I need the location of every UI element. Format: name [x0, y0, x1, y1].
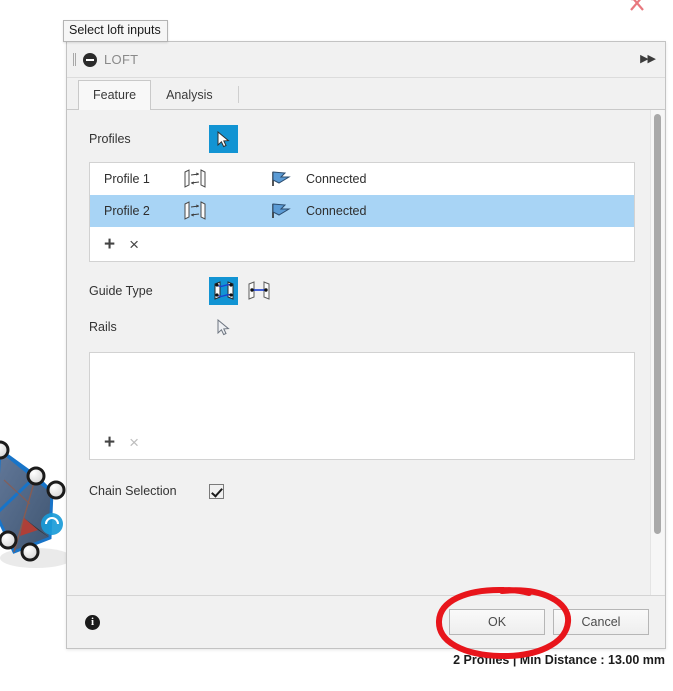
dialog-body: Profiles Profile 1 Connected Profile 2 C…	[67, 110, 665, 595]
ok-button[interactable]: OK	[449, 609, 545, 635]
guide-type-label: Guide Type	[89, 284, 153, 298]
guide-type-rails-button[interactable]	[209, 277, 238, 305]
chain-selection-checkbox[interactable]	[209, 483, 224, 499]
dialog-titlebar[interactable]: LOFT ▶▶	[67, 42, 665, 78]
loft-profile-icon	[182, 169, 270, 189]
loft-profile-icon	[182, 201, 270, 221]
vertical-scrollbar[interactable]	[650, 110, 664, 595]
rails-row: Rails	[67, 312, 651, 342]
table-row[interactable]: Profile 1 Connected	[90, 163, 634, 195]
minus-circle-icon[interactable]	[83, 52, 97, 67]
rails-listbox: + ×	[89, 352, 635, 460]
remove-profile-button[interactable]: ×	[129, 236, 139, 253]
add-profile-button[interactable]: +	[104, 235, 115, 254]
tab-feature[interactable]: Feature	[78, 80, 152, 110]
guide-type-centerline-button[interactable]	[244, 277, 273, 305]
cursor-arrow-icon	[217, 318, 230, 335]
double-chevron-right-icon[interactable]: ▶▶	[640, 54, 656, 65]
table-row[interactable]: Profile 2 Connected	[90, 195, 634, 227]
profile-name: Profile 1	[104, 172, 150, 186]
profiles-list-actions: + ×	[90, 227, 634, 261]
rails-select-button[interactable]	[209, 313, 238, 341]
profile-name: Profile 2	[104, 204, 150, 218]
dialog-tabs: Feature Analysis	[67, 78, 665, 110]
dialog-title: LOFT	[104, 52, 139, 67]
cancel-button[interactable]: Cancel	[553, 609, 649, 635]
add-rail-button[interactable]: +	[104, 433, 115, 452]
profile-condition: Connected	[306, 172, 367, 186]
profiles-row: Profiles	[67, 124, 651, 154]
info-icon[interactable]: i	[85, 614, 100, 630]
view-cube-geometry	[553, 0, 673, 24]
profiles-label: Profiles	[89, 132, 131, 146]
profile-condition: Connected	[306, 204, 367, 218]
centerline-guide-icon	[248, 281, 269, 300]
drag-grip-icon[interactable]	[72, 52, 79, 67]
chain-selection-label: Chain Selection	[89, 484, 177, 498]
status-text: 2 Profiles | Min Distance : 13.00 mm	[453, 653, 665, 667]
dialog-footer: i OK Cancel	[67, 595, 665, 648]
guide-type-row: Guide Type	[67, 276, 651, 306]
scrollbar-thumb[interactable]	[654, 114, 661, 534]
rails-guide-icon	[214, 281, 233, 300]
rails-list-actions: + ×	[90, 426, 634, 459]
profiles-listbox: Profile 1 Connected Profile 2 Connected …	[89, 162, 635, 262]
tab-analysis[interactable]: Analysis	[151, 80, 228, 109]
tooltip-select-loft-inputs: Select loft inputs	[63, 20, 168, 42]
loft-dialog: LOFT ▶▶ Feature Analysis Profiles Profil…	[66, 41, 666, 649]
chain-selection-row: Chain Selection	[67, 476, 651, 506]
tab-separator	[237, 86, 239, 103]
connected-flag-icon[interactable]	[270, 202, 306, 220]
connected-flag-icon[interactable]	[270, 170, 306, 188]
screen: Select loft inputs LOFT ▶▶ Feature Analy…	[0, 0, 673, 691]
profiles-select-button[interactable]	[209, 125, 238, 153]
cursor-arrow-icon	[217, 130, 230, 147]
remove-rail-button[interactable]: ×	[129, 434, 139, 451]
rails-label: Rails	[89, 320, 117, 334]
